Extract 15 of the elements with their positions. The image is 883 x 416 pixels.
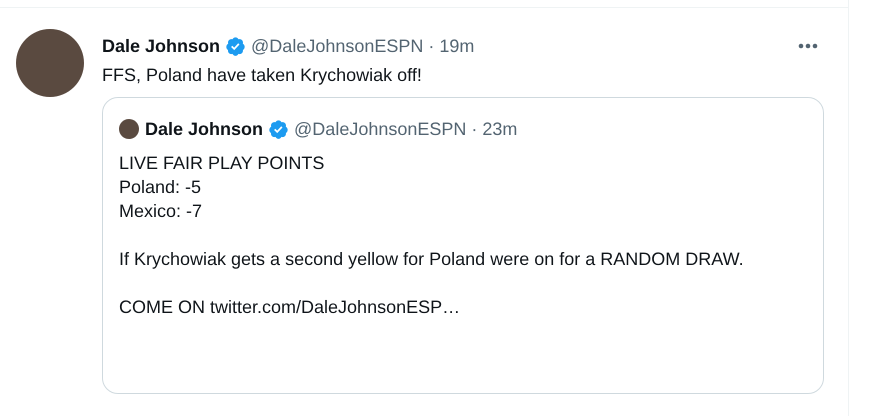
quoted-tweet-card[interactable]: Dale Johnson @DaleJohnsonESPN · 23m LIVE FAIR PLAY POINTS Poland: -5 Mexico: -7 If Krychowiak gets a second yellow for Poland were on for a RANDOM DRAW. COME ON twitter.com/DaleJohnsonESP…	[102, 97, 824, 394]
tweet-text: FFS, Poland have taken Krychowiak off!	[102, 64, 423, 87]
author-handle: @DaleJohnsonESPN	[294, 118, 466, 140]
quoted-tweet-text: LIVE FAIR PLAY POINTS Poland: -5 Mexico: -7	[119, 152, 326, 223]
author-handle[interactable]: @DaleJohnsonESPN	[251, 35, 424, 57]
author-name: Dale Johnson	[145, 118, 264, 140]
quoted-tweet-text: COME ON twitter.com/DaleJohnsonESP…	[119, 296, 462, 319]
separator: ·	[428, 35, 434, 57]
timestamp[interactable]: 19m	[439, 35, 474, 57]
more-icon[interactable]	[798, 43, 818, 49]
separator: ·	[471, 118, 478, 140]
quoted-tweet-text: If Krychowiak gets a second yellow for Poland were on for a RANDOM DRAW.	[119, 248, 745, 271]
timestamp: 23m	[482, 118, 518, 140]
avatar	[119, 119, 139, 139]
author-name[interactable]: Dale Johnson	[102, 35, 220, 57]
